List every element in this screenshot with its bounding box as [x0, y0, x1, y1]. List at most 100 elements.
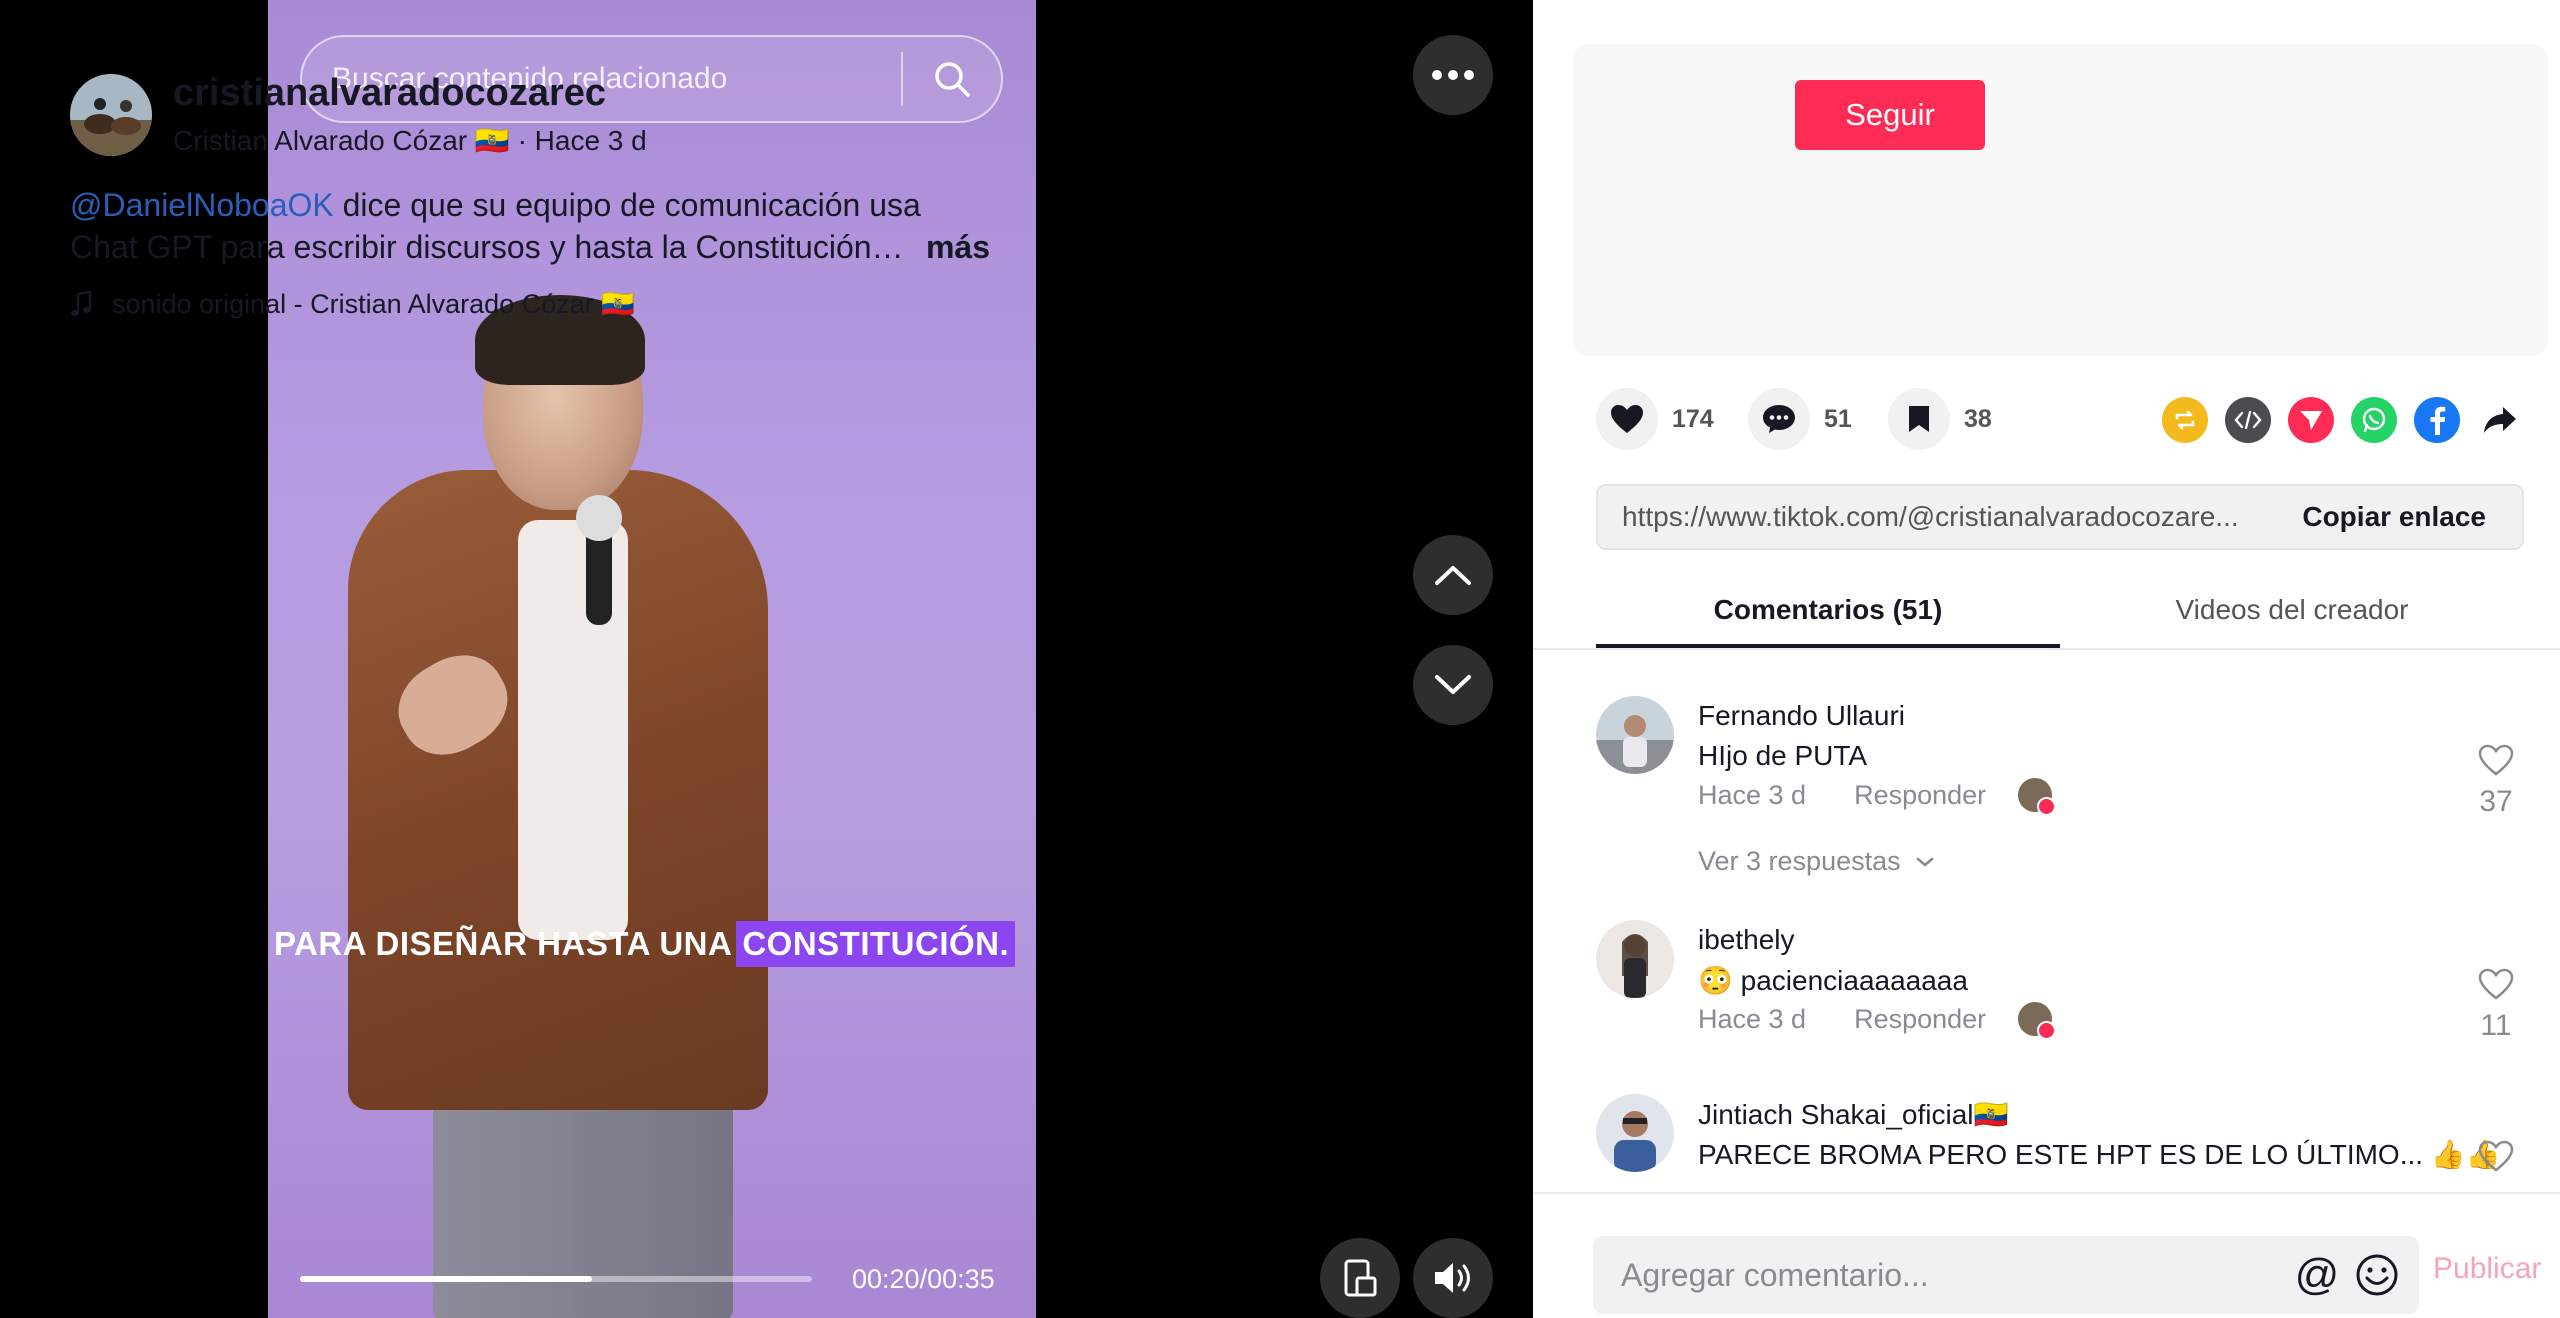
comment-meta: Hace 3 d Responder [1698, 780, 1986, 811]
app-root: PARA DISEÑAR HASTA UNA CONSTITUCIÓN. 00:… [0, 0, 2560, 1318]
view-replies-label: Ver 3 respuestas [1698, 846, 1901, 876]
post-info-card [1573, 44, 2548, 356]
facebook-icon [2430, 406, 2446, 435]
author-subline: Cristian Alvarado Cózar 🇪🇨 · Hace 3 d [173, 124, 647, 157]
comment-time: Hace 3 d [1698, 1004, 1807, 1034]
chevron-down-icon [1916, 857, 1933, 867]
author-display-name[interactable]: Cristian Alvarado Cózar [173, 125, 467, 156]
like-button[interactable]: 174 [1596, 388, 1714, 450]
more-icon [1432, 70, 1474, 80]
creator-liked-avatar [2018, 778, 2056, 816]
embed-button[interactable] [2225, 397, 2271, 443]
follow-button[interactable]: Seguir [1795, 80, 1985, 150]
more-share-button[interactable] [2477, 397, 2523, 443]
music-note-icon [71, 290, 92, 316]
creator-liked-avatar [2018, 1002, 2056, 1040]
horse-rider-photo [70, 74, 152, 156]
chevron-down-icon [1435, 675, 1471, 694]
facebook-share-button[interactable] [2414, 397, 2460, 443]
repost-icon [2175, 410, 2195, 430]
comment-button[interactable]: 51 [1748, 388, 1852, 450]
video-progress-bar[interactable] [300, 1276, 812, 1282]
comment-like-count: 11 [2480, 1009, 2512, 1042]
author-avatar[interactable] [70, 74, 152, 156]
comment-bubble-icon [1763, 405, 1795, 433]
comment-input[interactable] [1593, 1256, 2287, 1294]
search-button[interactable] [903, 37, 1001, 121]
whatsapp-icon [2362, 407, 2386, 433]
save-circle [1888, 388, 1950, 450]
comment-text: HIjo de PUTA [1698, 740, 1868, 771]
comment-circle [1748, 388, 1810, 450]
reply-button[interactable]: Responder [1854, 1004, 1986, 1035]
picture-in-picture-button[interactable] [1320, 1238, 1400, 1318]
comment-text: PARECE BROMA PERO ESTE HPT ES DE LO ÚLTI… [1698, 1139, 2501, 1170]
emoji-button[interactable] [2347, 1245, 2407, 1305]
repost-button[interactable] [2162, 397, 2208, 443]
at-sign-icon: @ [2294, 1250, 2340, 1299]
embed-icon [2234, 410, 2262, 430]
comment-like-button[interactable] [2466, 1140, 2526, 1177]
share-link-url[interactable]: https://www.tiktok.com/@cristianalvarado… [1598, 501, 2266, 533]
emoji-icon [2356, 1254, 2398, 1296]
send-to-friends-button[interactable] [2288, 397, 2334, 443]
share-link-box: https://www.tiktok.com/@cristianalvarado… [1596, 484, 2524, 550]
tab-creator-videos[interactable]: Videos del creador [2060, 594, 2524, 626]
commenter-avatar[interactable] [1596, 1094, 1674, 1172]
tabs-divider [1533, 648, 2560, 650]
send-icon [2300, 411, 2322, 430]
video-time: 00:20/00:35 [852, 1264, 995, 1294]
tab-comments[interactable]: Comentarios (51) [1596, 594, 2060, 626]
whatsapp-share-button[interactable] [2351, 397, 2397, 443]
previous-video-button[interactable] [1413, 535, 1493, 615]
view-replies-button[interactable]: Ver 3 respuestas [1698, 846, 1935, 877]
caption-highlight: CONSTITUCIÓN. [736, 921, 1016, 967]
description-line-2: Chat GPT para escribir discursos y hasta… [70, 229, 904, 265]
commenter-avatar[interactable] [1596, 920, 1674, 998]
volume-icon [1435, 1263, 1470, 1293]
comment-like-button[interactable]: 37 [2466, 744, 2526, 819]
comment-like-button[interactable]: 11 [2466, 968, 2526, 1043]
post-description: @DanielNoboaOK dice que su equipo de com… [70, 184, 990, 268]
next-video-button[interactable] [1413, 645, 1493, 725]
active-tab-indicator [1596, 644, 2060, 648]
comment-box: @ [1593, 1236, 2419, 1314]
heart-outline-icon [2478, 744, 2514, 776]
commenter-avatar[interactable] [1596, 696, 1674, 774]
comment-text: 😳 pacienciaaaaaaaa [1698, 965, 1968, 996]
comment-item: Fernando Ullauri HIjo de PUTA Hace 3 d R… [1596, 696, 2526, 896]
save-count: 38 [1964, 404, 1992, 433]
heart-outline-icon [2478, 1140, 2514, 1172]
commenter-name[interactable]: ibethely [1698, 924, 1795, 956]
commenter-photo [1596, 920, 1674, 998]
comment-meta: Hace 3 d Responder [1698, 1004, 1986, 1035]
flag-icon: 🇪🇨 [474, 125, 510, 156]
comment-item: Jintiach Shakai_oficial🇪🇨 PARECE BROMA P… [1596, 1094, 2526, 1192]
microphone-head [576, 495, 622, 541]
publish-button[interactable]: Publicar [2433, 1252, 2541, 1286]
mention-link[interactable]: @DanielNoboaOK [70, 187, 334, 223]
description-line-1: dice que su equipo de comunicación usa [333, 187, 921, 223]
commenter-photo [1596, 1094, 1674, 1172]
comment-count: 51 [1824, 404, 1852, 433]
heart-outline-icon [2478, 968, 2514, 1000]
comment-time: Hace 3 d [1698, 780, 1807, 810]
commenter-name[interactable]: Jintiach Shakai_oficial🇪🇨 [1698, 1098, 2008, 1131]
sound-link[interactable]: sonido original - Cristian Alvarado Cóza… [70, 288, 635, 320]
volume-button[interactable] [1413, 1238, 1493, 1318]
video-progress-fill [300, 1276, 593, 1282]
like-circle [1596, 388, 1658, 450]
bookmark-icon [1909, 406, 1929, 432]
more-options-button[interactable] [1413, 35, 1493, 115]
save-button[interactable]: 38 [1888, 388, 1992, 450]
commenter-name[interactable]: Fernando Ullauri [1698, 700, 1905, 732]
comment-like-count: 37 [2479, 785, 2513, 818]
mention-button[interactable]: @ [2287, 1245, 2347, 1305]
like-count: 174 [1672, 404, 1714, 433]
copy-link-button[interactable]: Copiar enlace [2266, 501, 2522, 533]
comment-item: ibethely 😳 pacienciaaaaaaaa Hace 3 d Res… [1596, 920, 2526, 1050]
post-time: · Hace 3 d [517, 125, 647, 156]
author-username[interactable]: cristianalvaradocozarec [173, 72, 606, 115]
see-more-link[interactable]: más [926, 226, 990, 268]
reply-button[interactable]: Responder [1854, 780, 1986, 811]
